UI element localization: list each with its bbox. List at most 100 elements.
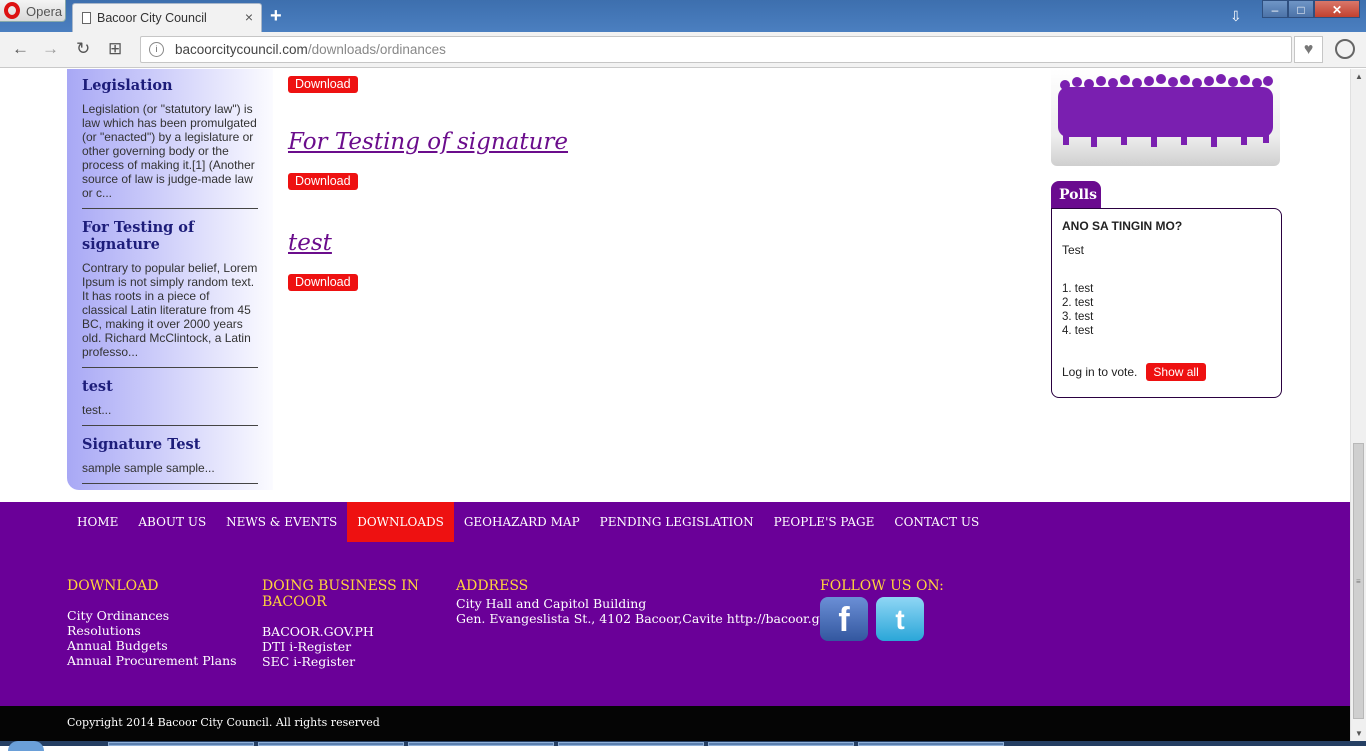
download-item: test Download [288,230,358,291]
show-all-button[interactable]: Show all [1146,363,1206,381]
login-to-vote-link[interactable]: Log in to vote. [1062,365,1137,379]
sidebar-item: Legislation Legislation (or "statutory l… [82,77,258,209]
opera-logo-icon [4,2,20,19]
scroll-up-arrow-icon[interactable]: ▲ [1355,72,1363,81]
download-item-previous: Download [288,75,358,93]
download-button[interactable]: Download [288,173,358,190]
poll-option: 4. test [1062,325,1094,337]
close-tab-icon[interactable]: × [245,9,253,25]
social-links: f t [820,597,980,641]
stash-heart-icon[interactable]: ♥ [1294,36,1323,63]
start-orb-icon[interactable] [8,741,44,751]
minimize-button[interactable]: – [1262,0,1288,18]
footer-address-column: ADDRESS City Hall and Capitol Building G… [456,578,853,626]
copyright-bar: Copyright 2014 Bacoor City Council. All … [0,706,1350,741]
site-info-icon[interactable]: i [149,42,164,57]
poll-footer: Log in to vote. Show all [1062,363,1271,381]
sidebar-item-title[interactable]: Signature Test [82,436,258,453]
maximize-button[interactable]: □ [1288,0,1314,18]
footer-heading: DOING BUSINESS IN BACOOR [262,578,419,610]
community-banner-image [1051,69,1280,166]
tab-title: Bacoor City Council [97,11,207,25]
os-taskbar [0,741,1366,751]
footer-link-bacoor-gov[interactable]: BACOOR.GOV.PH [262,624,442,639]
browser-toolbar: ← → ↻ ⊞ i bacoorcitycouncil.com/download… [0,32,1366,68]
reload-icon[interactable]: ↻ [76,39,90,59]
address-bar[interactable]: i bacoorcitycouncil.com/downloads/ordina… [140,36,1292,63]
footer-link-procurement-plans[interactable]: Annual Procurement Plans [67,653,247,668]
window-controls: – □ ✕ [1262,0,1360,20]
browser-titlebar: Opera Bacoor City Council × + ⇩ – □ ✕ [0,0,1366,32]
scroll-grip-icon: ≡ [1356,577,1361,586]
poll-option: 1. test [1062,283,1094,295]
footer-link-dti[interactable]: DTI i-Register [262,639,442,654]
footer-link-resolutions[interactable]: Resolutions [67,623,247,638]
facebook-icon[interactable]: f [820,597,868,641]
sidebar-item-title[interactable]: For Testing of signature [82,219,258,253]
back-icon[interactable]: ← [12,39,29,59]
taskbar-button[interactable] [408,742,554,746]
address-line: Gen. Evangeslista St., 4102 Bacoor,Cavit… [456,611,853,626]
sidebar-item-title[interactable]: Legislation [82,77,258,94]
nav-downloads[interactable]: DOWNLOADS [347,502,454,542]
browser-tab[interactable]: Bacoor City Council × [72,3,262,32]
nav-peoples-page[interactable]: PEOPLE'S PAGE [764,502,885,542]
nav-pending-legislation[interactable]: PENDING LEGISLATION [590,502,764,542]
new-tab-button[interactable]: + [270,5,282,28]
page-icon [82,12,91,24]
url-path: /downloads/ordinances [307,42,446,57]
footer-follow-column: FOLLOW US ON: f t [820,578,980,641]
forward-icon[interactable]: → [42,39,59,59]
copyright-text: Copyright 2014 Bacoor City Council. All … [67,716,380,729]
left-sidebar: Legislation Legislation (or "statutory l… [67,69,273,490]
footer-link-sec[interactable]: SEC i-Register [262,654,442,669]
taskbar-button[interactable] [708,742,854,746]
sidebar-item: Signature Test sample sample sample... [82,436,258,484]
twitter-icon[interactable]: t [876,597,924,641]
nav-news-events[interactable]: NEWS & EVENTS [216,502,347,542]
sidebar-item-text: Legislation (or "statutory law") is law … [82,102,257,200]
download-item: For Testing of signature Download [288,129,568,190]
poll-option: 2. test [1062,297,1094,309]
taskbar-button[interactable] [108,742,254,746]
footer-heading: DOWNLOAD [67,578,159,594]
nav-about-us[interactable]: ABOUT US [128,502,216,542]
sidebar-item-text: sample sample sample... [82,461,215,475]
nav-contact-us[interactable]: CONTACT US [884,502,989,542]
footer-link-city-ordinances[interactable]: City Ordinances [67,608,247,623]
close-window-button[interactable]: ✕ [1314,0,1360,18]
footer-nav: HOME ABOUT US NEWS & EVENTS DOWNLOADS GE… [67,502,989,542]
opera-menu-button[interactable]: Opera [0,0,66,22]
download-item-title[interactable]: For Testing of signature [288,129,568,155]
polls-box: ANO SA TINGIN MO? Test 1. test 2. test 3… [1051,208,1282,398]
scroll-thumb[interactable]: ≡ [1353,443,1364,719]
download-button[interactable]: Download [288,76,358,93]
scroll-down-arrow-icon[interactable]: ▼ [1355,729,1363,738]
tab-menu-icon[interactable]: ⇩ [1230,8,1242,25]
poll-description: Test [1062,243,1085,257]
profile-icon[interactable] [1335,39,1355,59]
sidebar-item-text: test... [82,403,112,417]
download-item-title[interactable]: test [288,230,358,256]
page-scrollbar[interactable]: ▲ ≡ ▼ [1350,69,1366,741]
taskbar-button[interactable] [558,742,704,746]
sidebar-item: test test... [82,378,258,426]
nav-geohazard-map[interactable]: GEOHAZARD MAP [454,502,590,542]
footer-heading: ADDRESS [456,578,529,594]
taskbar-button[interactable] [258,742,404,746]
download-button[interactable]: Download [288,274,358,291]
nav-home[interactable]: HOME [67,502,128,542]
page-viewport: Legislation Legislation (or "statutory l… [0,69,1350,741]
site-footer: HOME ABOUT US NEWS & EVENTS DOWNLOADS GE… [0,502,1350,706]
poll-options: 1. test 2. test 3. test 4. test [1062,282,1271,338]
polls-tab: Polls [1051,181,1101,209]
speed-dial-icon[interactable]: ⊞ [108,39,122,59]
footer-link-annual-budgets[interactable]: Annual Budgets [67,638,247,653]
footer-business-column: DOING BUSINESS IN BACOOR BACOOR.GOV.PH D… [262,578,442,669]
poll-question: ANO SA TINGIN MO? [1062,219,1183,233]
address-line: City Hall and Capitol Building [456,596,647,611]
footer-heading: FOLLOW US ON: [820,578,944,594]
sidebar-item-title[interactable]: test [82,378,258,395]
crowd-silhouette-icon [1058,74,1273,147]
taskbar-button[interactable] [858,742,1004,746]
